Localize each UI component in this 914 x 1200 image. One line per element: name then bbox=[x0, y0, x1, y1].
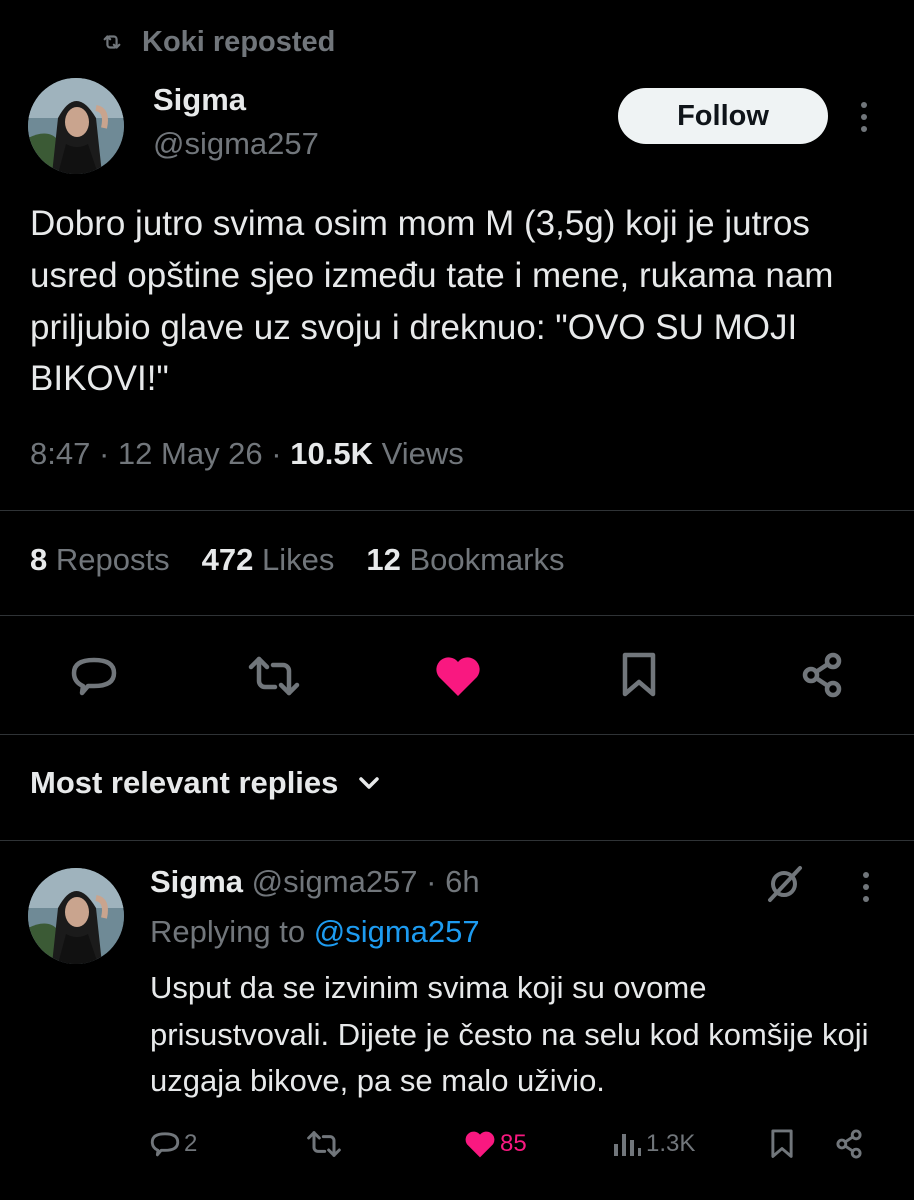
reply-like-button[interactable]: 85 bbox=[464, 1122, 527, 1166]
follow-button[interactable]: Follow bbox=[618, 88, 828, 144]
bookmarks-count: 12 bbox=[366, 542, 401, 577]
views-label: Views bbox=[381, 436, 464, 471]
chevron-down-icon bbox=[358, 776, 380, 790]
divider bbox=[0, 734, 914, 735]
reply-reply-button[interactable]: 2 bbox=[150, 1122, 197, 1166]
replying-to: Replying to @sigma257 bbox=[150, 914, 480, 950]
heart-filled-icon bbox=[464, 1130, 496, 1158]
reply-header: Sigma @sigma257 · 6h bbox=[150, 864, 480, 900]
reply-time[interactable]: · 6h bbox=[426, 864, 479, 899]
reposts-stat[interactable]: 8 Reposts bbox=[30, 542, 170, 578]
engagement-stats: 8 Reposts 472 Likes 12 Bookmarks bbox=[30, 542, 565, 578]
bookmarks-stat[interactable]: 12 Bookmarks bbox=[366, 542, 564, 578]
reply-text: Usput da se izvinim svima koji su ovome … bbox=[150, 970, 869, 1098]
repost-icon bbox=[100, 31, 124, 53]
replies-sort-label: Most relevant replies bbox=[30, 765, 339, 800]
grok-icon[interactable] bbox=[764, 864, 804, 904]
tweet-meta: 8:47 · 12 May 26 · 10.5K Views bbox=[30, 436, 464, 472]
more-vertical-icon[interactable] bbox=[854, 100, 874, 134]
tweet-date[interactable]: 12 May 26 bbox=[118, 436, 263, 471]
like-count: 85 bbox=[500, 1130, 527, 1157]
bookmarks-label: Bookmarks bbox=[409, 542, 565, 577]
author-display-name[interactable]: Sigma bbox=[153, 82, 246, 118]
views-icon bbox=[612, 1130, 642, 1158]
reposts-label: Reposts bbox=[55, 542, 170, 577]
bookmark-icon bbox=[621, 652, 657, 698]
reply-more-vertical-icon[interactable] bbox=[856, 870, 876, 904]
reply-share-button[interactable] bbox=[834, 1122, 864, 1166]
repost-icon bbox=[306, 1130, 342, 1158]
tweet-text: Dobro jutro svima osim mom M (3,5g) koji… bbox=[30, 204, 834, 399]
repost-label: Koki reposted bbox=[142, 25, 336, 58]
share-button[interactable] bbox=[796, 650, 848, 700]
heart-filled-icon bbox=[434, 655, 482, 697]
likes-count: 472 bbox=[201, 542, 254, 577]
views-count: 1.3K bbox=[646, 1130, 696, 1157]
likes-label: Likes bbox=[261, 542, 335, 577]
repost-button[interactable] bbox=[246, 652, 302, 700]
bookmark-button[interactable] bbox=[616, 650, 662, 700]
tweet-time[interactable]: 8:47 bbox=[30, 436, 90, 471]
divider bbox=[0, 840, 914, 841]
divider bbox=[0, 615, 914, 616]
share-icon bbox=[834, 1129, 864, 1159]
reply-repost-button[interactable] bbox=[306, 1122, 342, 1166]
reply-author-avatar[interactable] bbox=[28, 868, 124, 964]
meta-separator: · bbox=[98, 436, 118, 471]
reply-count: 2 bbox=[184, 1130, 198, 1157]
meta-separator: · bbox=[271, 436, 291, 471]
share-icon bbox=[799, 652, 845, 698]
reply-views-button[interactable]: 1.3K bbox=[612, 1122, 695, 1166]
reply-button[interactable] bbox=[68, 652, 120, 700]
reply-icon bbox=[71, 654, 117, 698]
replying-to-handle[interactable]: @sigma257 bbox=[314, 914, 480, 949]
likes-stat[interactable]: 472 Likes bbox=[202, 542, 335, 578]
author-handle[interactable]: @sigma257 bbox=[153, 126, 319, 162]
bookmark-icon bbox=[770, 1129, 794, 1159]
repost-icon bbox=[247, 655, 301, 697]
reposts-count: 8 bbox=[30, 542, 48, 577]
reply-author-name[interactable]: Sigma bbox=[150, 864, 243, 899]
replying-to-label: Replying to bbox=[150, 914, 306, 949]
author-avatar[interactable] bbox=[28, 78, 124, 174]
reply-bookmark-button[interactable] bbox=[770, 1122, 794, 1166]
replies-sort-dropdown[interactable]: Most relevant replies bbox=[30, 765, 380, 801]
reply-author-handle[interactable]: @sigma257 bbox=[252, 864, 418, 899]
reply-icon bbox=[150, 1130, 180, 1158]
views-count: 10.5K bbox=[290, 436, 373, 471]
like-button[interactable] bbox=[432, 652, 484, 700]
divider bbox=[0, 510, 914, 511]
repost-indicator: Koki reposted bbox=[100, 22, 335, 62]
